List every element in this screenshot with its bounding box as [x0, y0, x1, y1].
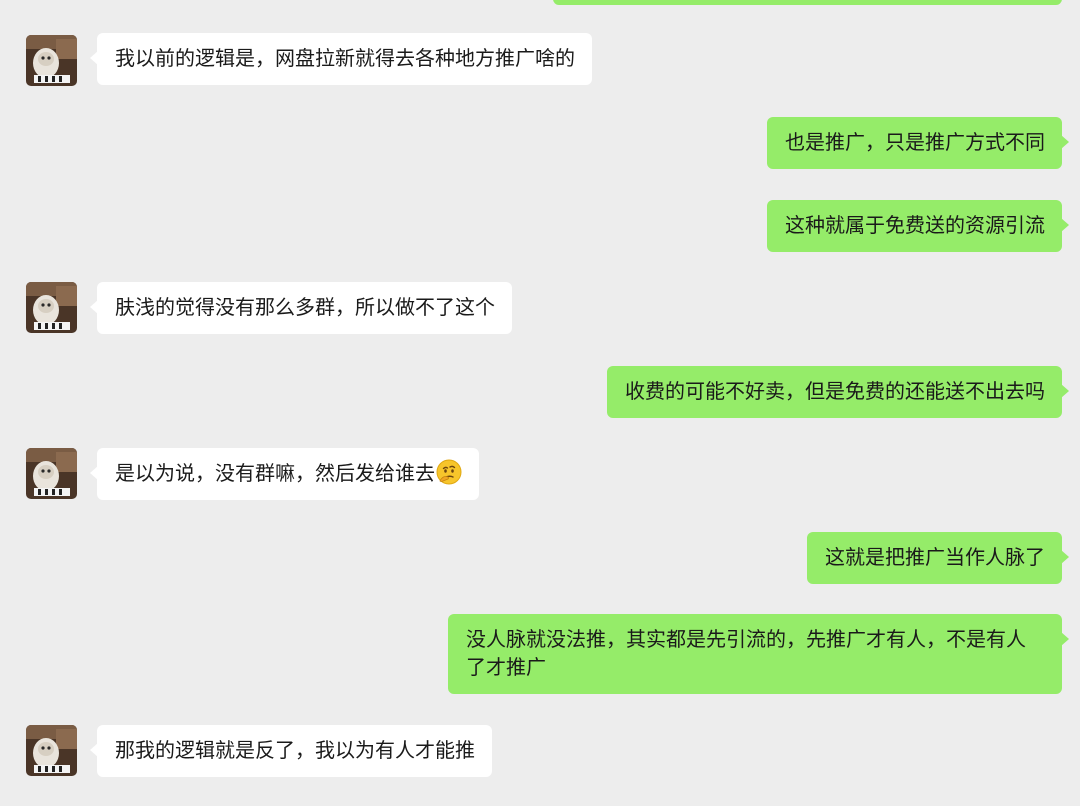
message-bubble-incoming[interactable]: 肤浅的觉得没有那么多群，所以做不了这个: [90, 282, 512, 334]
message-bubble-outgoing[interactable]: 收费的可能不好卖，但是免费的还能送不出去吗: [607, 366, 1069, 418]
message-bubble-outgoing[interactable]: 没人脉就没法推，其实都是先引流的，先推广才有人，不是有人了才推广: [448, 614, 1069, 694]
message-bubble-outgoing[interactable]: 这就是把推广当作人脉了: [807, 532, 1069, 584]
thinking-face-emoji-icon: [436, 459, 462, 485]
user-avatar[interactable]: [26, 282, 77, 333]
user-avatar[interactable]: [26, 725, 77, 776]
message-text: 肤浅的觉得没有那么多群，所以做不了这个: [115, 295, 495, 319]
message-bubble-outgoing[interactable]: 这种就属于免费送的资源引流: [767, 200, 1069, 252]
message-bubble-incoming[interactable]: 那我的逻辑就是反了，我以为有人才能推: [90, 725, 492, 777]
message-bubble-incoming[interactable]: 是以为说，没有群嘛，然后发给谁去: [90, 448, 479, 500]
message-bubble-incoming[interactable]: 我以前的逻辑是，网盘拉新就得去各种地方推广啥的: [90, 33, 592, 85]
previous-message-bubble-partial[interactable]: [553, 0, 1062, 5]
user-avatar[interactable]: [26, 35, 77, 86]
message-text: 这种就属于免费送的资源引流: [785, 213, 1045, 237]
message-text: 也是推广，只是推广方式不同: [785, 130, 1045, 154]
message-text: 我以前的逻辑是，网盘拉新就得去各种地方推广啥的: [115, 46, 575, 70]
message-text: 收费的可能不好卖，但是免费的还能送不出去吗: [625, 379, 1045, 403]
message-text: 那我的逻辑就是反了，我以为有人才能推: [115, 738, 475, 762]
message-text: 没人脉就没法推，其实都是先引流的，先推广才有人，不是有人了才推广: [466, 627, 1026, 679]
user-avatar[interactable]: [26, 448, 77, 499]
message-text: 这就是把推广当作人脉了: [825, 545, 1045, 569]
message-bubble-outgoing[interactable]: 也是推广，只是推广方式不同: [767, 117, 1069, 169]
chat-message-area[interactable]: 我以前的逻辑是，网盘拉新就得去各种地方推广啥的 也是推广，只是推广方式不同 这种…: [0, 0, 1080, 806]
message-text: 是以为说，没有群嘛，然后发给谁去: [115, 461, 435, 485]
